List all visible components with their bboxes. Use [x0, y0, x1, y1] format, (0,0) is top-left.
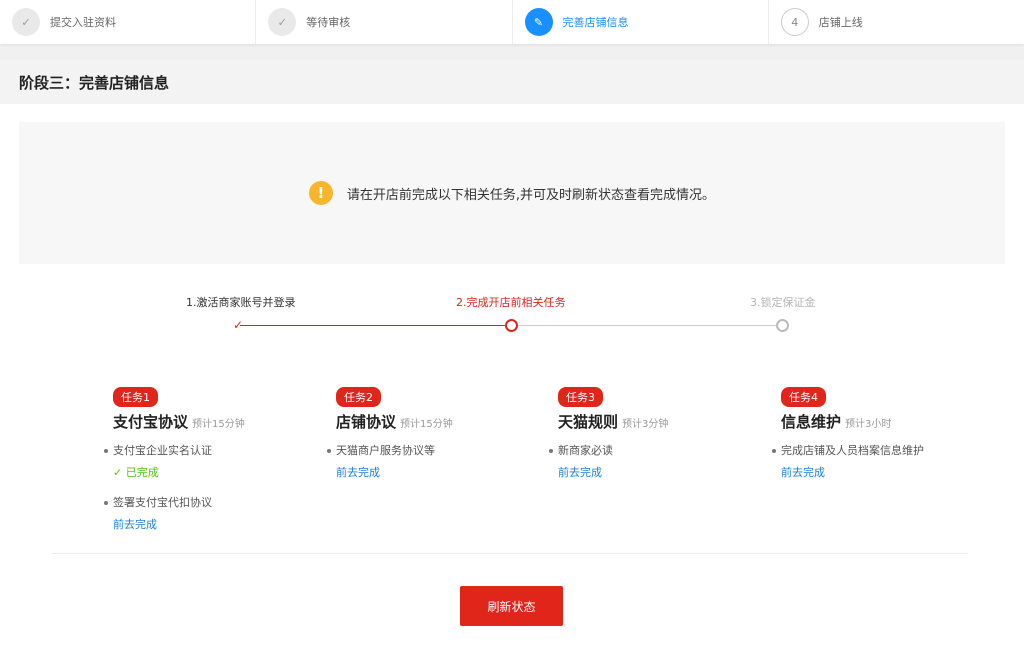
- main-panel: ! 请在开店前完成以下相关任务,并可及时刷新状态查看完成情况。 1.激活商家账号…: [0, 104, 1024, 669]
- step-store-online: 4 店铺上线: [769, 0, 1024, 44]
- task-tag: 任务2: [336, 387, 381, 407]
- bullet: [104, 501, 108, 505]
- bullet: [549, 449, 553, 453]
- task-tag: 任务1: [113, 387, 158, 407]
- step-submit-info: ✓ 提交入驻资料: [0, 0, 257, 44]
- task-info-maintenance: 任务4 信息维护 预计3小时 完成店铺及人员档案信息维护 前去完成: [772, 386, 981, 480]
- step-await-review: ✓ 等待审核: [256, 0, 513, 44]
- task-estimate: 预计3分钟: [622, 419, 669, 430]
- bullet: [327, 449, 331, 453]
- task-item-text: 签署支付宝代扣协议: [113, 496, 212, 509]
- task-item: 天猫商户服务协议等: [327, 442, 536, 458]
- task-title-text: 店铺协议: [336, 413, 397, 431]
- task-estimate: 预计3小时: [845, 419, 892, 430]
- step-label: 等待审核: [306, 16, 351, 29]
- task-item: 新商家必读: [549, 442, 758, 458]
- task-item-text: 天猫商户服务协议等: [336, 444, 435, 457]
- task-tag: 任务3: [558, 387, 603, 407]
- step-complete-store-info: ✎ 完善店铺信息: [513, 0, 769, 44]
- bullet: [772, 449, 776, 453]
- bullet: [104, 449, 108, 453]
- notice-text: 请在开店前完成以下相关任务,并可及时刷新状态查看完成情况。: [346, 187, 716, 203]
- task-item: 支付宝企业实名认证: [104, 442, 313, 458]
- task-progress: 1.激活商家账号并登录 2.完成开店前相关任务 3.锁定保证金 ✓: [0, 284, 1024, 344]
- edit-icon: ✎: [524, 8, 553, 36]
- page-title: 阶段三：完善店铺信息: [19, 74, 170, 92]
- task-alipay-agreement: 任务1 支付宝协议 预计15分钟 支付宝企业实名认证 ✓ 已完成 签署支付宝代扣协…: [104, 386, 313, 532]
- task-title-text: 支付宝协议: [113, 413, 189, 431]
- progress-line-pending: [518, 325, 776, 326]
- task-title: 店铺协议 预计15分钟: [336, 411, 536, 432]
- completed-status: ✓ 已完成: [113, 466, 159, 479]
- task-item-text: 支付宝企业实名认证: [113, 444, 212, 457]
- task-title: 天猫规则 预计3分钟: [558, 411, 758, 432]
- task-estimate: 预计15分钟: [400, 419, 453, 430]
- notice-box: ! 请在开店前完成以下相关任务,并可及时刷新状态查看完成情况。: [19, 122, 1005, 264]
- progress-line-done: [240, 325, 506, 326]
- check-icon: ✓: [268, 8, 297, 36]
- task-title: 支付宝协议 预计15分钟: [113, 411, 313, 432]
- go-complete-link[interactable]: 前去完成: [336, 464, 536, 480]
- progress-dot-current: [505, 319, 518, 332]
- check-icon: ✓: [12, 8, 40, 36]
- task-tmall-rules: 任务3 天猫规则 预计3分钟 新商家必读 前去完成: [549, 386, 758, 480]
- progress-label-tasks: 2.完成开店前相关任务: [456, 296, 566, 309]
- task-item-text: 新商家必读: [558, 444, 613, 457]
- step-number: 4: [780, 8, 809, 36]
- step-label: 提交入驻资料: [50, 16, 116, 29]
- refresh-status-button[interactable]: 刷新状态: [460, 586, 563, 626]
- task-item: 签署支付宝代扣协议: [104, 494, 313, 510]
- section-header: 阶段三：完善店铺信息: [0, 60, 1024, 104]
- task-store-agreement: 任务2 店铺协议 预计15分钟 天猫商户服务协议等 前去完成: [327, 386, 536, 480]
- step-label: 完善店铺信息: [562, 16, 629, 29]
- task-item: 完成店铺及人员档案信息维护: [772, 442, 981, 458]
- step-bar: ✓ 提交入驻资料 ✓ 等待审核 ✎ 完善店铺信息 4 店铺上线: [0, 0, 1024, 44]
- task-item-text: 完成店铺及人员档案信息维护: [781, 444, 924, 457]
- task-estimate: 预计15分钟: [192, 419, 245, 430]
- go-complete-link[interactable]: 前去完成: [558, 464, 758, 480]
- task-title-text: 信息维护: [781, 413, 842, 431]
- task-title-text: 天猫规则: [558, 413, 619, 431]
- progress-label-deposit: 3.锁定保证金: [750, 296, 816, 309]
- task-tag: 任务4: [781, 387, 826, 407]
- go-complete-link[interactable]: 前去完成: [781, 464, 981, 480]
- go-complete-link[interactable]: 前去完成: [113, 516, 313, 532]
- warning-icon: !: [308, 181, 333, 205]
- task-title: 信息维护 预计3小时: [781, 411, 981, 432]
- divider: [52, 553, 968, 554]
- progress-dot-pending: [776, 319, 789, 332]
- progress-label-activate: 1.激活商家账号并登录: [186, 296, 296, 309]
- step-label: 店铺上线: [818, 16, 863, 29]
